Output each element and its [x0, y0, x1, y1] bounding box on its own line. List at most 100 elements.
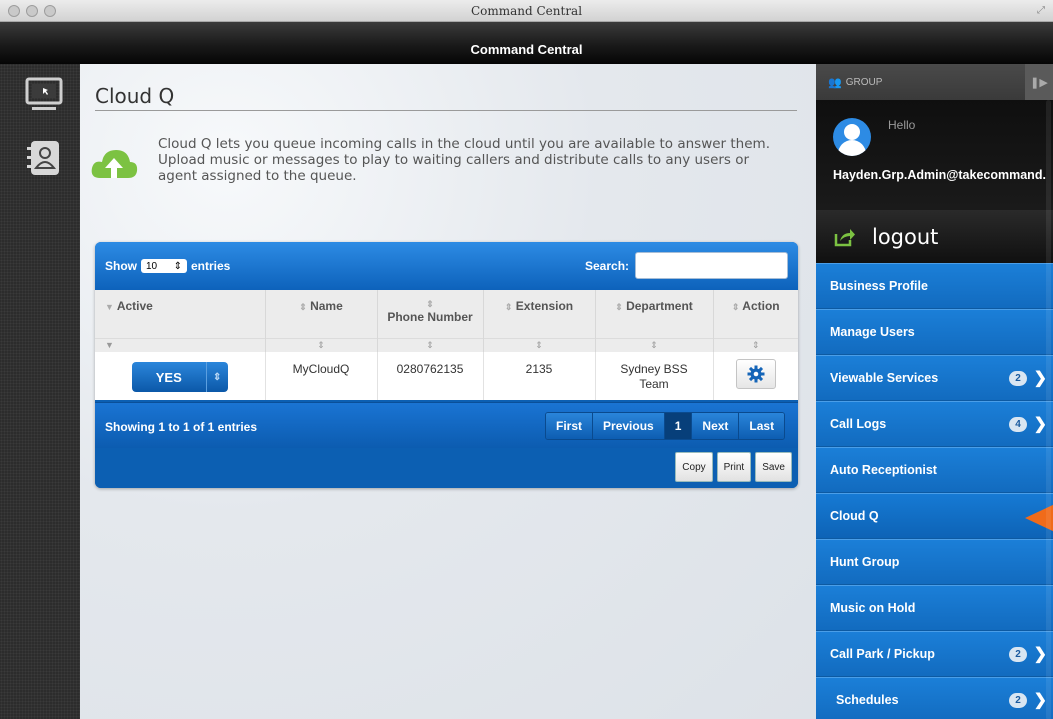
- column-header-phone-number[interactable]: ⇕ Phone Number: [377, 290, 484, 338]
- column-header-department[interactable]: ⇕ Department: [595, 290, 714, 338]
- filter-name[interactable]: ⇕: [265, 337, 378, 352]
- sidebar-item-label: Business Profile: [830, 279, 928, 293]
- sidebar-menu: Business Profile Manage Users Viewable S…: [816, 263, 1053, 719]
- chevron-right-icon: ❯: [1033, 692, 1047, 709]
- collapse-sidebar-button[interactable]: ❚▶: [1025, 64, 1053, 100]
- sidebar-item-business-profile[interactable]: Business Profile: [816, 263, 1053, 309]
- department-text: Sydney BSS Team: [620, 362, 688, 391]
- fullscreen-icon[interactable]: ⤢: [1037, 5, 1045, 16]
- sidebar-item-hunt-group[interactable]: Hunt Group: [816, 539, 1053, 585]
- group-bar: 👥 GROUP ❚▶: [816, 64, 1053, 100]
- sidebar-item-viewable-services[interactable]: Viewable Services 2 ❯: [816, 355, 1053, 401]
- filter-department[interactable]: ⇕: [595, 337, 714, 352]
- count-badge: 4: [1009, 417, 1027, 432]
- column-label: Name: [310, 299, 343, 313]
- filter-row: ▼ ⇕ ⇕ ⇕ ⇕ ⇕: [95, 337, 798, 352]
- monitor-icon: [25, 77, 63, 110]
- pagination: First Previous 1 Next Last: [545, 412, 786, 440]
- count-badge: 2: [1009, 371, 1027, 386]
- filter-active[interactable]: ▼: [95, 337, 266, 352]
- page-title: Cloud Q: [95, 84, 797, 111]
- table-row: YES ⇕ MyCloudQ 0280762135 2135 Sydney BS…: [95, 352, 798, 400]
- sidebar-item-schedules[interactable]: Schedules 2 ❯: [816, 677, 1053, 719]
- sort-icon: ⇕: [504, 302, 513, 312]
- first-page-button[interactable]: First: [546, 413, 594, 439]
- column-header-active[interactable]: ▼ Active: [95, 290, 266, 338]
- next-page-button[interactable]: Next: [692, 413, 740, 439]
- contacts-button[interactable]: [22, 136, 66, 180]
- show-label: Show: [105, 259, 137, 273]
- logout-icon: [834, 228, 855, 246]
- filter-extension[interactable]: ⇕: [483, 337, 596, 352]
- cloudq-table: ▼ Active ⇕ Name ⇕ Phone Number ⇕ Extensi…: [95, 290, 798, 400]
- table-tools: Copy Print Save: [95, 448, 798, 488]
- sidebar-item-label: Auto Receptionist: [830, 463, 937, 477]
- sidebar-item-auto-receptionist[interactable]: Auto Receptionist: [816, 447, 1053, 493]
- chevron-right-icon: ❯: [1033, 370, 1047, 387]
- sidebar-item-label: Music on Hold: [830, 601, 916, 615]
- filter-phone[interactable]: ⇕: [377, 337, 484, 352]
- column-label: Extension: [515, 299, 574, 313]
- sidebar-item-manage-users[interactable]: Manage Users: [816, 309, 1053, 355]
- chevron-right-icon: ❯: [1033, 416, 1047, 433]
- table-toolbar: Show 10 ⇕ entries Search:: [95, 242, 798, 290]
- copy-button[interactable]: Copy: [675, 452, 713, 482]
- search-label: Search:: [585, 259, 630, 273]
- entries-per-page-select[interactable]: 10 ⇕: [141, 259, 187, 273]
- row-settings-button[interactable]: [735, 359, 776, 389]
- sidebar-item-label: Viewable Services: [830, 371, 939, 385]
- filter-action[interactable]: ⇕: [713, 337, 798, 352]
- page-description: Cloud Q lets you queue incoming calls in…: [158, 136, 770, 184]
- sidebar-item-label: Cloud Q: [830, 509, 879, 523]
- sidebar-item-label: Call Logs: [830, 417, 887, 431]
- active-select[interactable]: YES ⇕: [131, 362, 228, 392]
- chevron-right-icon: ❯: [1033, 646, 1047, 663]
- greeting: Hello: [888, 118, 916, 132]
- sidebar-item-call-park-pickup[interactable]: Call Park / Pickup 2 ❯: [816, 631, 1053, 677]
- sidebar-item-call-logs[interactable]: Call Logs 4 ❯: [816, 401, 1053, 447]
- window-title: Command Central: [470, 4, 583, 18]
- entries-per-page-value: 10: [146, 260, 158, 272]
- username: Hayden.Grp.Admin@takecommand.: [833, 168, 1046, 182]
- entries-label: entries: [191, 259, 231, 273]
- cell-active: YES ⇕: [95, 352, 266, 400]
- logout-button[interactable]: logout: [816, 210, 1053, 263]
- column-header-name[interactable]: ⇕ Name: [265, 290, 378, 338]
- cell-department: Sydney BSS Team: [595, 352, 714, 400]
- sidebar-item-label: Schedules: [836, 693, 899, 707]
- previous-page-button[interactable]: Previous: [593, 413, 665, 439]
- cell-extension: 2135: [483, 352, 596, 400]
- sidebar-scrollbar[interactable]: [1046, 100, 1051, 719]
- address-book-icon: [27, 141, 59, 175]
- save-button[interactable]: Save: [755, 452, 792, 482]
- print-button[interactable]: Print: [716, 452, 752, 482]
- sidebar-item-label: Call Park / Pickup: [830, 647, 935, 661]
- current-page-button[interactable]: 1: [664, 413, 693, 439]
- search-input[interactable]: [635, 252, 788, 279]
- cloudq-table-panel: Show 10 ⇕ entries Search: ▼ Active ⇕ Nam…: [95, 242, 798, 488]
- right-sidebar: 👥 GROUP ❚▶ Hello Hayden.Grp.Admin@takeco…: [816, 64, 1053, 719]
- sidebar-item-cloud-q[interactable]: Cloud Q: [816, 493, 1053, 539]
- count-badge: 2: [1009, 693, 1027, 708]
- desktop-view-button[interactable]: [22, 72, 66, 116]
- active-select-value: YES: [155, 369, 182, 385]
- group-icon: 👥: [828, 77, 842, 89]
- column-header-action[interactable]: ⇕ Action: [713, 290, 798, 338]
- select-arrows-icon: ⇕: [173, 260, 182, 272]
- column-label: Phone Number: [387, 310, 473, 324]
- main-content: Cloud Q Cloud Q lets you queue incoming …: [80, 64, 816, 719]
- sort-desc-icon: ▼: [105, 302, 114, 312]
- column-label: Department: [626, 299, 693, 313]
- gear-icon: [747, 365, 765, 383]
- table-footer: Showing 1 to 1 of 1 entries First Previo…: [95, 402, 798, 448]
- last-page-button[interactable]: Last: [739, 413, 785, 439]
- cell-action: [713, 352, 798, 400]
- sidebar-item-music-on-hold[interactable]: Music on Hold: [816, 585, 1053, 631]
- sort-icon: ⇕: [731, 302, 740, 312]
- avatar: [833, 118, 871, 156]
- count-badge: 2: [1009, 647, 1027, 662]
- app-header-title: Command Central: [470, 42, 583, 57]
- column-header-extension[interactable]: ⇕ Extension: [483, 290, 596, 338]
- column-label: Active: [116, 299, 153, 313]
- sort-icon: ⇕: [426, 299, 434, 309]
